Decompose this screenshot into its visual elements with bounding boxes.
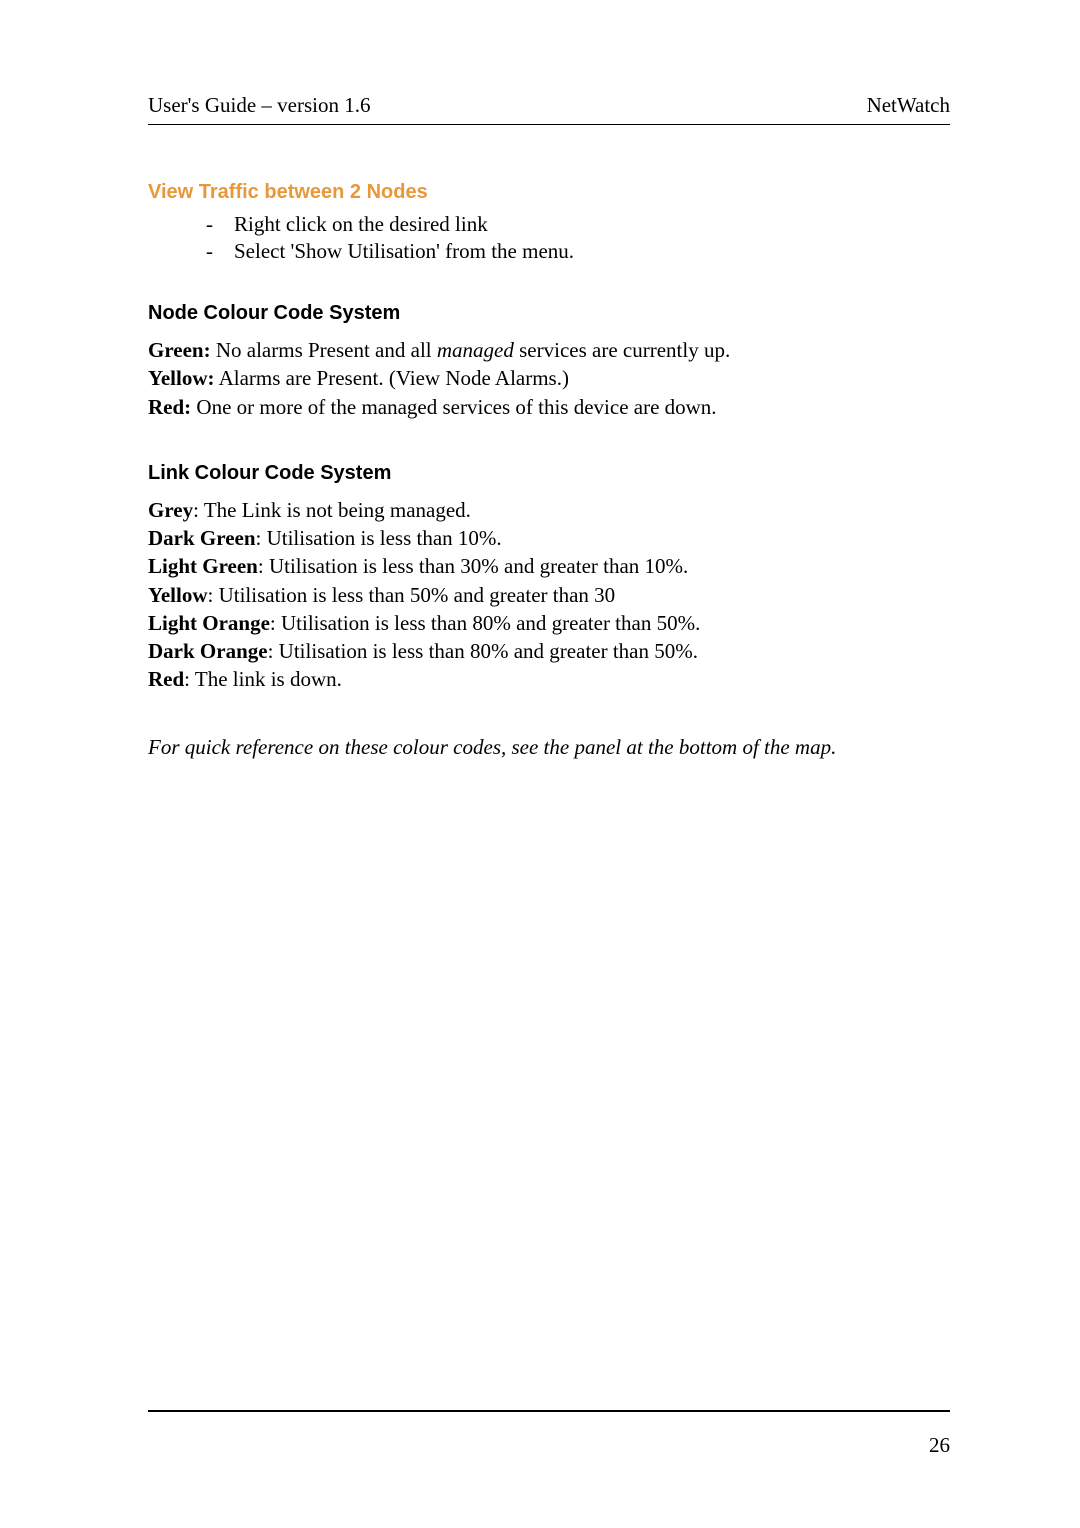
colour-line: Light Green: Utilisation is less than 30… (148, 553, 950, 579)
colour-label: Dark Orange (148, 639, 268, 663)
colour-label: Green: (148, 338, 211, 362)
colour-line: Red: One or more of the managed services… (148, 394, 950, 420)
colour-label: Light Green (148, 554, 258, 578)
colour-line: Light Orange: Utilisation is less than 8… (148, 610, 950, 636)
bullet-item: - Right click on the desired link (206, 212, 950, 237)
colour-line: Grey: The Link is not being managed. (148, 497, 950, 523)
section-title-traffic: View Traffic between 2 Nodes (148, 181, 950, 204)
bullet-text: Select 'Show Utilisation' from the menu. (234, 239, 574, 264)
bullet-item: - Select 'Show Utilisation' from the men… (206, 239, 950, 264)
colour-label: Red: (148, 395, 191, 419)
colour-text: One or more of the managed services of t… (191, 395, 716, 419)
colour-line: Yellow: Alarms are Present. (View Node A… (148, 365, 950, 391)
colour-line: Red: The link is down. (148, 666, 950, 692)
colour-text: Alarms are Present. (View Node Alarms.) (215, 366, 569, 390)
colour-label: Grey (148, 498, 193, 522)
colour-label: Dark Green (148, 526, 256, 550)
colour-text: : Utilisation is less than 30% and great… (258, 554, 688, 578)
link-colour-block: Grey: The Link is not being managed. Dar… (148, 497, 950, 693)
page-number: 26 (929, 1433, 950, 1458)
colour-text: : Utilisation is less than 50% and great… (208, 583, 616, 607)
colour-label: Yellow: (148, 366, 215, 390)
footnote-text: For quick reference on these colour code… (148, 735, 950, 760)
section-title-link: Link Colour Code System (148, 462, 950, 485)
page-header: User's Guide – version 1.6 NetWatch (148, 93, 950, 125)
colour-text: No alarms Present and all (211, 338, 437, 362)
section-title-node: Node Colour Code System (148, 302, 950, 325)
colour-line: Green: No alarms Present and all managed… (148, 337, 950, 363)
colour-line: Dark Orange: Utilisation is less than 80… (148, 638, 950, 664)
dash-icon: - (206, 212, 234, 237)
colour-line: Yellow: Utilisation is less than 50% and… (148, 582, 950, 608)
colour-line: Dark Green: Utilisation is less than 10%… (148, 525, 950, 551)
header-right: NetWatch (867, 93, 950, 118)
bullet-text: Right click on the desired link (234, 212, 488, 237)
colour-label: Light Orange (148, 611, 270, 635)
header-left: User's Guide – version 1.6 (148, 93, 371, 118)
footer-divider (148, 1410, 950, 1412)
colour-text: : Utilisation is less than 80% and great… (268, 639, 698, 663)
colour-text: : Utilisation is less than 80% and great… (270, 611, 700, 635)
bullet-list-traffic: - Right click on the desired link - Sele… (206, 212, 950, 264)
colour-text: : Utilisation is less than 10%. (256, 526, 502, 550)
colour-label: Yellow (148, 583, 208, 607)
colour-text: : The Link is not being managed. (193, 498, 471, 522)
dash-icon: - (206, 239, 234, 264)
colour-rest: services are currently up. (514, 338, 730, 362)
colour-label: Red (148, 667, 184, 691)
colour-text: : The link is down. (184, 667, 342, 691)
colour-italic: managed (437, 338, 514, 362)
node-colour-block: Green: No alarms Present and all managed… (148, 337, 950, 420)
